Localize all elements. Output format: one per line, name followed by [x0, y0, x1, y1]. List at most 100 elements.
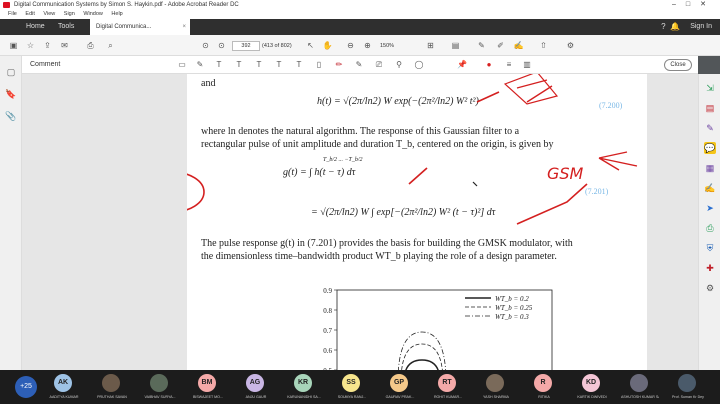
fill-sign-icon[interactable]: ✍ [704, 182, 716, 194]
participant-name: KARTIK DWIVEDI [577, 395, 607, 399]
participant-name: KARUNANIDHI SA... [287, 395, 321, 399]
participant-name: Prof. Suman Kr Dey [672, 395, 704, 399]
sign-in-link[interactable]: Sign In [690, 19, 712, 35]
zoom-level[interactable]: 150% [380, 41, 394, 51]
attach-icon[interactable]: ⚲ [394, 60, 404, 70]
export-pdf-icon[interactable]: ⇲ [704, 82, 716, 94]
avatar [630, 374, 648, 392]
eraser-icon[interactable]: ✎ [354, 60, 364, 70]
menu-file[interactable]: File [8, 11, 17, 17]
tab-home[interactable]: Home [20, 19, 51, 35]
more-tools-icon[interactable]: ⚙ [565, 40, 576, 51]
y-tick-label: 0.9 [323, 287, 332, 295]
hand-tool-icon[interactable]: ✋ [322, 40, 333, 51]
participant-tile[interactable]: KR KARUNANIDHI SA... [285, 370, 323, 404]
opacity-icon[interactable]: ▥ [522, 60, 532, 70]
pencil-draw-icon[interactable]: ✏ [334, 60, 344, 70]
ink-stroke-2 [526, 85, 553, 103]
help-icon[interactable]: ? 🔔 [661, 19, 680, 35]
participant-tile[interactable]: AG ANJU GAUR [237, 370, 275, 404]
line-weight-icon[interactable]: ≡ [504, 60, 514, 70]
email-icon[interactable]: ✉ [59, 40, 70, 51]
sticky-note-icon[interactable]: ▭ [177, 60, 187, 70]
color-picker-icon[interactable]: ● [484, 60, 494, 70]
menu-edit[interactable]: Edit [25, 11, 34, 17]
sign-icon[interactable]: ✍ [513, 40, 524, 51]
shapes-icon[interactable]: ◯ [414, 60, 424, 70]
share-icon[interactable]: ⇧ [538, 40, 549, 51]
more-participants-badge[interactable]: +25 [15, 376, 37, 398]
highlight-icon[interactable]: ✎ [476, 40, 487, 51]
stamp-icon[interactable]: ⎚ [374, 60, 384, 70]
participant-tile[interactable]: GP GAURAV PRAK... [381, 370, 419, 404]
page-number-input[interactable]: 392 [232, 41, 260, 51]
tab-tools[interactable]: Tools [52, 19, 80, 35]
replace-text-icon[interactable]: T [254, 60, 264, 70]
menu-sign[interactable]: Sign [64, 11, 75, 17]
attachment-icon[interactable]: 📎 [5, 110, 17, 122]
participant-tile[interactable]: AK AADITYA KUMAR [45, 370, 83, 404]
avatar: RT [438, 374, 456, 392]
protect-icon[interactable]: ⛨ [704, 242, 716, 254]
next-page-icon[interactable]: ⊙ [216, 40, 227, 51]
avatar: BM [198, 374, 216, 392]
participant-tile[interactable]: R RITIKA [525, 370, 563, 404]
text-box-icon[interactable]: T [294, 60, 304, 70]
select-cursor-icon[interactable]: ↖ [305, 40, 316, 51]
avatar [150, 374, 168, 392]
avatar: R [534, 374, 552, 392]
acrobat-logo-icon [3, 2, 10, 8]
tools-icon[interactable]: ⚙ [704, 282, 716, 294]
send-icon[interactable]: ➤ [704, 202, 716, 214]
participant-name: AADITYA KUMAR [49, 395, 79, 399]
participant-tile[interactable]: YASH SHARMA [477, 370, 515, 404]
zoom-out-icon[interactable]: ⊖ [345, 40, 356, 51]
print-icon[interactable]: ⎙ [85, 40, 96, 51]
text-comment-icon[interactable]: ▯ [314, 60, 324, 70]
participant-tile[interactable]: BM BISWAJEET MO... [189, 370, 227, 404]
main-toolbar: ▣ ☆ ⇪ ✉ ⎙ ⌕ ⊙ ⊙ 392 (413 of 802) ↖ ✋ ⊖ ⊕… [0, 35, 720, 56]
ink-stroke-1 [476, 91, 500, 103]
fit-page-icon[interactable]: ⊞ [425, 40, 436, 51]
pin-icon[interactable]: 📌 [457, 60, 467, 70]
save-icon[interactable]: ▣ [8, 40, 19, 51]
organize-icon[interactable]: ▦ [704, 162, 716, 174]
close-comment-button[interactable]: Close [664, 59, 692, 71]
close-tab-icon[interactable]: × [182, 19, 186, 35]
highlight-text-icon[interactable]: ✎ [195, 60, 205, 70]
edit-pdf-icon[interactable]: ✎ [704, 122, 716, 134]
upload-icon[interactable]: ⇪ [42, 40, 53, 51]
prev-page-icon[interactable]: ⊙ [200, 40, 211, 51]
create-pdf-icon[interactable]: ▤ [704, 102, 716, 114]
menu-help[interactable]: Help [111, 11, 122, 17]
menu-view[interactable]: View [43, 11, 55, 17]
star-icon[interactable]: ☆ [25, 40, 36, 51]
participant-tile[interactable]: KD KARTIK DWIVEDI [573, 370, 611, 404]
draw-icon[interactable]: ✐ [495, 40, 506, 51]
participant-name: ROHIT KUMAR... [433, 395, 463, 399]
document-viewport[interactable]: and h(t) = √(2π/ln2) W exp(−(2π²/ln2) W²… [22, 74, 698, 370]
comment-tool-icon[interactable]: 💬 [704, 142, 716, 154]
participant-tile[interactable]: VAIBHAV SURYA... [141, 370, 179, 404]
participant-tile[interactable]: PRUTHAK SAVAN [93, 370, 131, 404]
tab-document[interactable]: Digital Communica... × [90, 19, 190, 35]
scroll-mode-icon[interactable]: ▤ [450, 40, 461, 51]
insert-text-icon[interactable]: T [274, 60, 284, 70]
scan-icon[interactable]: ⎙ [704, 222, 716, 234]
participant-tile[interactable]: ASHUTOSH KUMAR SAHOO [621, 370, 659, 404]
zoom-in-icon[interactable]: ⊕ [362, 40, 373, 51]
underline-icon[interactable]: T [214, 60, 224, 70]
pdf-page: and h(t) = √(2π/ln2) W exp(−(2π²/ln2) W²… [187, 74, 647, 370]
strikethrough-icon[interactable]: T [234, 60, 244, 70]
menu-window[interactable]: Window [83, 11, 103, 17]
y-tick-label: 0.7 [323, 327, 332, 335]
window-controls[interactable]: –□✕ [672, 0, 716, 10]
participant-strip: AK AADITYA KUMAR PRUTHAK SAVAN VAIBHAV SURY… [0, 370, 720, 404]
bookmark-icon[interactable]: 🔖 [5, 88, 17, 100]
zoom-search-icon[interactable]: ⌕ [105, 40, 116, 51]
more-tools-rail-icon[interactable]: ✚ [704, 262, 716, 274]
participant-tile[interactable]: Prof. Suman Kr Dey [669, 370, 707, 404]
thumbnails-icon[interactable]: ▢ [5, 66, 17, 78]
participant-tile[interactable]: RT ROHIT KUMAR... [429, 370, 467, 404]
participant-tile[interactable]: SS SOUMYA RANJ... [333, 370, 371, 404]
